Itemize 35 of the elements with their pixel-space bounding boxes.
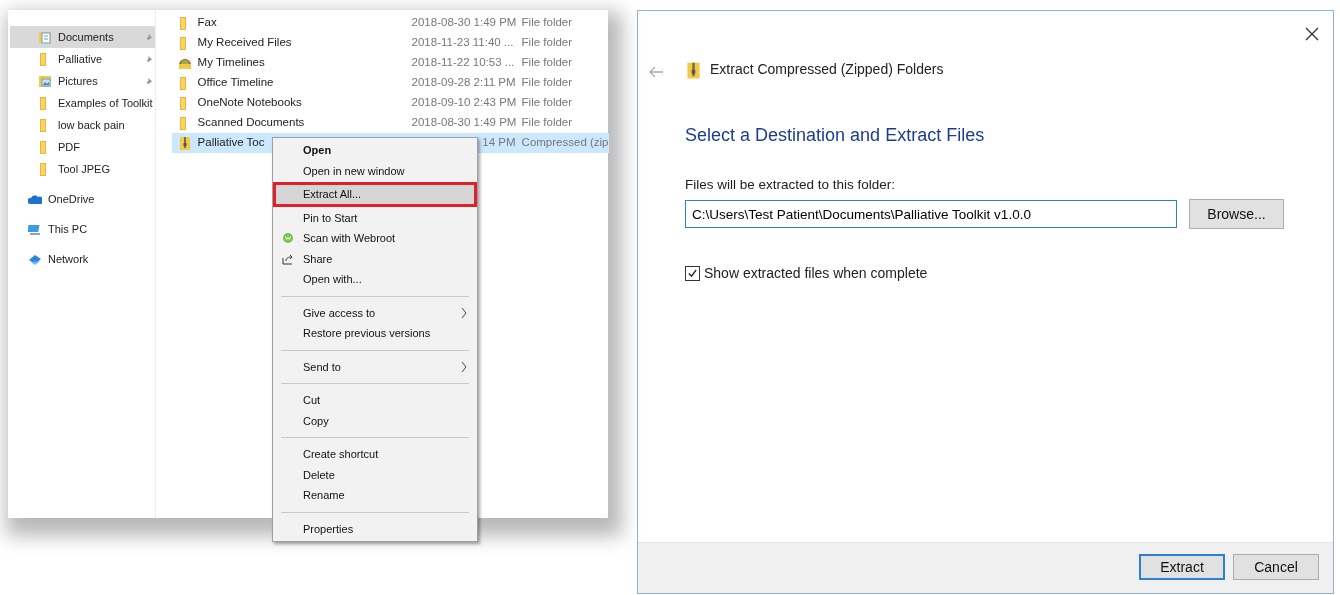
file-date: 2018-09-10 2:43 PM <box>411 96 517 109</box>
nav-label: Examples of Toolkit <box>58 95 153 111</box>
file-name: My Received Files <box>197 35 292 51</box>
nav-label: Tool JPEG <box>58 161 110 177</box>
file-date: 14 PM <box>482 136 516 149</box>
field-label: Files will be extracted to this folder: <box>685 176 897 194</box>
file-name: Fax <box>197 15 217 31</box>
file-type: File folder <box>521 36 573 49</box>
file-name: My Timelines <box>197 55 265 71</box>
file-type: File folder <box>521 76 573 89</box>
file-date: 2018-11-23 11:40 ... <box>411 36 514 49</box>
nav-label: PDF <box>58 139 80 155</box>
file-date: 2018-08-30 1:49 PM <box>411 16 517 29</box>
file-type: File folder <box>521 116 573 129</box>
file-name: Office Timeline <box>197 75 274 91</box>
nav-label: Pictures <box>58 73 98 89</box>
file-name: Palliative Toc <box>197 135 265 151</box>
nav-label: OneDrive <box>48 191 95 207</box>
file-date: 2018-09-28 2:11 PM <box>411 76 516 89</box>
nav-label: This PC <box>48 221 88 237</box>
file-name: OneNote Notebooks <box>197 95 302 111</box>
file-type: File folder <box>521 56 573 69</box>
dialog-heading: Select a Destination and Extract Files <box>685 124 986 147</box>
file-date: 2018-08-30 1:49 PM <box>411 116 517 129</box>
nav-label: low back pain <box>58 117 125 133</box>
dialog-title: Extract Compressed (Zipped) Folders <box>710 60 944 79</box>
file-name: Scanned Documents <box>197 115 305 131</box>
checkbox-label: Show extracted files when complete <box>704 264 928 284</box>
nav-label: Palliative <box>58 51 103 67</box>
file-type: File folder <box>521 16 573 29</box>
nav-label: Network <box>48 251 89 267</box>
file-type: Compressed (zip <box>521 136 609 149</box>
file-type: File folder <box>521 96 573 109</box>
file-date: 2018-11-22 10:53 ... <box>411 56 515 69</box>
nav-label: Documents <box>58 29 114 45</box>
